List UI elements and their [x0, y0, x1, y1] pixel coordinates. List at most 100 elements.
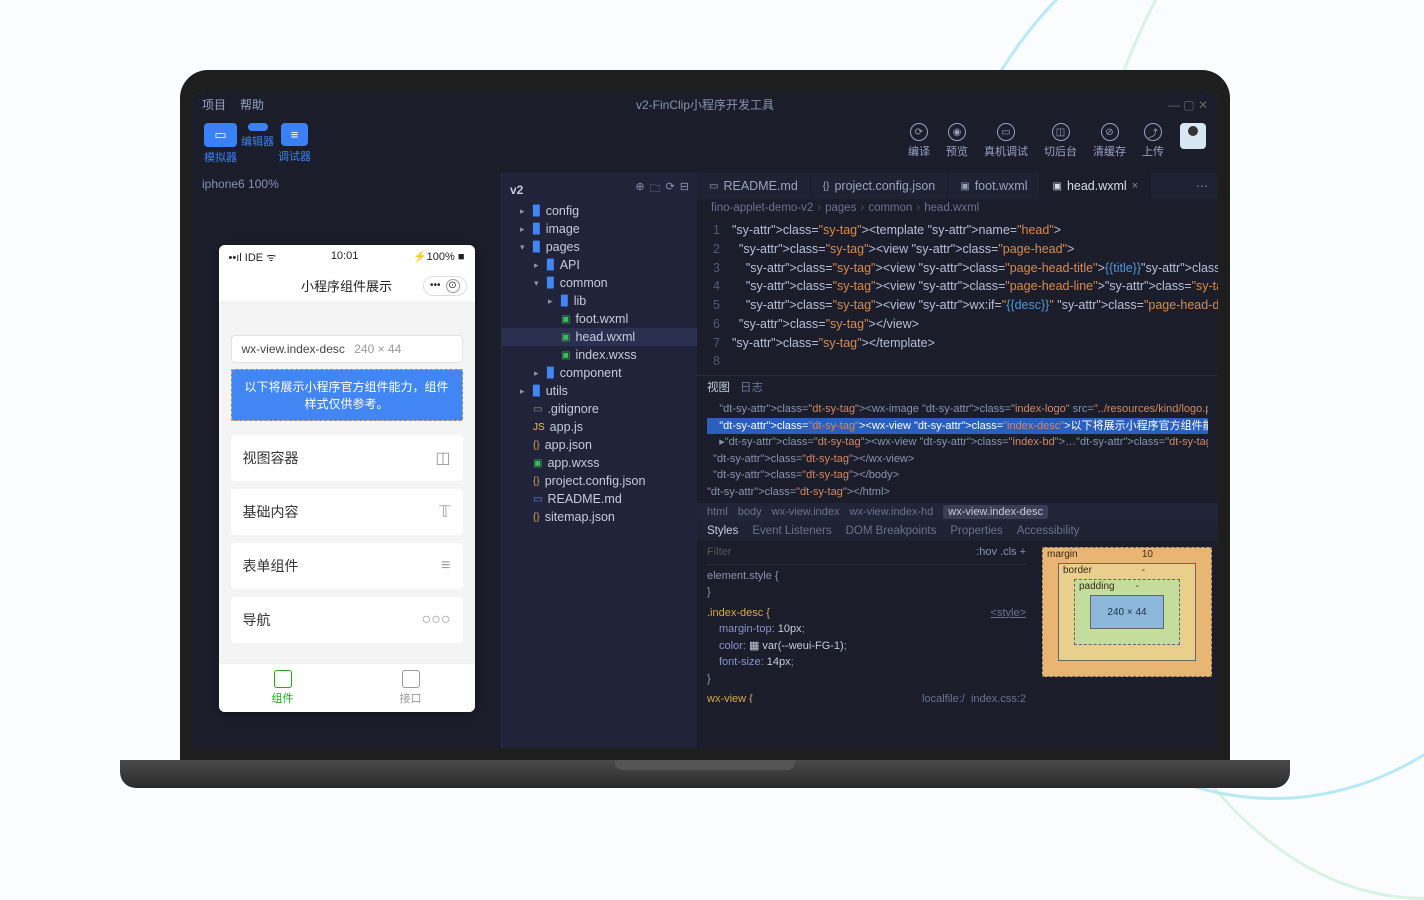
list-item[interactable]: 表单组件≡: [231, 543, 463, 589]
list-item[interactable]: 视图容器◫: [231, 435, 463, 481]
subtab[interactable]: Accessibility: [1017, 525, 1080, 537]
filter-actions[interactable]: :hov .cls +: [976, 544, 1026, 561]
mode-toggle[interactable]: 编辑器: [241, 123, 274, 165]
subtab[interactable]: DOM Breakpoints: [846, 525, 937, 537]
mode-toggle[interactable]: ▭ 模拟器: [204, 123, 237, 165]
element-row[interactable]: "dt-sy-attr">class="dt-sy-tag"></html>: [707, 484, 1208, 501]
tab-item[interactable]: 接口: [347, 664, 475, 712]
more-icon[interactable]: ⋯: [1186, 179, 1218, 193]
tree-node[interactable]: ▣ app.wxss: [502, 454, 697, 472]
element-row[interactable]: "dt-sy-attr">class="dt-sy-tag"><wx-view …: [707, 418, 1208, 435]
signal-icon: ••ıl IDE ᯤ: [229, 250, 277, 265]
tree-node[interactable]: ▸ ▉ utils: [502, 382, 697, 400]
close-icon[interactable]: ×: [1132, 180, 1138, 192]
action-button[interactable]: ◫切后台: [1044, 123, 1077, 159]
file-icon: ▣: [561, 350, 570, 361]
filter-input[interactable]: Filter: [707, 544, 731, 561]
action-button[interactable]: ⟳编译: [908, 123, 930, 159]
tree-node[interactable]: JS app.js: [502, 418, 697, 436]
crumb[interactable]: body: [738, 506, 762, 518]
device-label[interactable]: iphone6 100%: [192, 173, 501, 195]
file-icon: ▉: [533, 242, 541, 253]
index-desc-highlight[interactable]: 以下将展示小程序官方组件能力，组件样式仅供参考。: [231, 369, 463, 421]
tree-node[interactable]: ▸ ▉ lib: [502, 292, 697, 310]
box-model: margin10 border- padding- 240 × 44: [1042, 547, 1212, 677]
close-icon[interactable]: ⊙: [446, 279, 460, 293]
styles-tabs[interactable]: Styles Event Listeners DOM Breakpoints Prop…: [697, 521, 1218, 541]
subtab[interactable]: Event Listeners: [752, 525, 831, 537]
action-button[interactable]: ◉预览: [946, 123, 968, 159]
elements-crumbs[interactable]: html body wx-view.index wx-view.index-hd wx-…: [697, 503, 1218, 521]
tree-node[interactable]: ▸ ▉ component: [502, 364, 697, 382]
mode-icon: ▭: [204, 123, 236, 147]
css-rule: element.style {: [707, 568, 1026, 585]
menu-item-help[interactable]: 帮助: [240, 96, 264, 113]
inspect-tooltip: wx-view.index-desc 240 × 44: [231, 335, 463, 363]
window-controls[interactable]: — ▢ ✕: [1168, 98, 1208, 112]
crumb[interactable]: wx-view.index: [772, 506, 840, 518]
menu-item-project[interactable]: 项目: [202, 96, 226, 113]
mode-icon: ≡: [281, 123, 309, 146]
explorer-header: v2 ⊕ 🗀 ⟳ ⊟: [502, 177, 697, 202]
subtab[interactable]: Properties: [950, 525, 1002, 537]
action-button[interactable]: ⊘清缓存: [1093, 123, 1126, 159]
refresh-icon[interactable]: ⟳: [666, 180, 675, 199]
file-icon: {}: [533, 476, 540, 487]
simulator-panel: iphone6 100% ••ıl IDE ᯤ 10:01 ⚡100% ■ 小程…: [192, 173, 502, 748]
file-icon: {}: [823, 181, 830, 192]
tab-item[interactable]: 组件: [219, 664, 347, 712]
editor-tab[interactable]: ▭ README.md: [697, 173, 811, 199]
tree-node[interactable]: ▭ .gitignore: [502, 400, 697, 418]
list-item[interactable]: 导航○○○: [231, 597, 463, 643]
battery-icon: ⚡100% ■: [413, 250, 465, 265]
project-root[interactable]: v2: [510, 183, 523, 197]
tree-node[interactable]: {} app.json: [502, 436, 697, 454]
tree-node[interactable]: ▣ head.wxml: [502, 328, 697, 346]
capsule[interactable]: ••• ⊙: [423, 276, 467, 296]
elements-panel[interactable]: "dt-sy-attr">class="dt-sy-tag"><wx-image…: [697, 398, 1218, 503]
crumb[interactable]: wx-view.index-desc: [943, 505, 1048, 519]
tree-node[interactable]: {} sitemap.json: [502, 508, 697, 526]
file-icon: ▣: [960, 181, 969, 192]
crumb[interactable]: wx-view.index-hd: [850, 506, 934, 518]
laptop-base: [120, 760, 1290, 788]
list-item[interactable]: 基础内容𝕋: [231, 489, 463, 535]
mode-toggle[interactable]: ≡ 调试器: [278, 123, 311, 165]
styles-panel[interactable]: Filter :hov .cls + element.style { } .in…: [697, 541, 1036, 703]
tree-node[interactable]: ▣ foot.wxml: [502, 310, 697, 328]
code-editor[interactable]: 12345678 "sy-attr">class="sy-tag"><templ…: [697, 217, 1218, 375]
element-row[interactable]: "dt-sy-attr">class="dt-sy-tag"></body>: [707, 467, 1208, 484]
new-file-icon[interactable]: ⊕: [635, 180, 644, 199]
tree-node[interactable]: {} project.config.json: [502, 472, 697, 490]
breadcrumb[interactable]: fino-applet-demo-v2›pages›common›head.wx…: [697, 199, 1218, 217]
file-icon: ▭: [709, 181, 718, 192]
item-icon: ◫: [435, 448, 450, 468]
subtab[interactable]: Styles: [707, 525, 738, 537]
devtools-tabs[interactable]: 视图 日志: [697, 376, 1218, 398]
action-button[interactable]: ▭真机调试: [984, 123, 1028, 159]
crumb[interactable]: html: [707, 506, 728, 518]
tree-node[interactable]: ▭ README.md: [502, 490, 697, 508]
laptop-frame: 项目 帮助 v2-FinClip小程序开发工具 — ▢ ✕ ▭ 模拟器 编辑器 …: [180, 70, 1230, 788]
tree-node[interactable]: ▾ ▉ common: [502, 274, 697, 292]
file-icon: {}: [533, 440, 540, 451]
editor-tab[interactable]: ▣ foot.wxml: [948, 173, 1040, 199]
tree-node[interactable]: ▸ ▉ API: [502, 256, 697, 274]
tab-icon: [274, 670, 292, 688]
collapse-icon[interactable]: ⊟: [680, 180, 689, 199]
new-folder-icon[interactable]: 🗀: [650, 180, 661, 199]
file-icon: ▣: [561, 314, 570, 325]
tree-node[interactable]: ▣ index.wxss: [502, 346, 697, 364]
editor-tabs: ▭ README.md {} project.config.json ▣ foo…: [697, 173, 1218, 199]
tree-node[interactable]: ▸ ▉ config: [502, 202, 697, 220]
avatar[interactable]: [1180, 123, 1206, 149]
editor-tab[interactable]: {} project.config.json: [811, 173, 948, 199]
action-button[interactable]: ⤴上传: [1142, 123, 1164, 159]
editor-tab[interactable]: ▣ head.wxml×: [1040, 173, 1151, 199]
element-row[interactable]: "dt-sy-attr">class="dt-sy-tag"></wx-view…: [707, 451, 1208, 468]
element-row[interactable]: ▸"dt-sy-attr">class="dt-sy-tag"><wx-view…: [707, 434, 1208, 451]
element-row[interactable]: "dt-sy-attr">class="dt-sy-tag"><wx-image…: [707, 401, 1208, 418]
tree-node[interactable]: ▾ ▉ pages: [502, 238, 697, 256]
tree-node[interactable]: ▸ ▉ image: [502, 220, 697, 238]
more-icon[interactable]: •••: [430, 280, 441, 291]
